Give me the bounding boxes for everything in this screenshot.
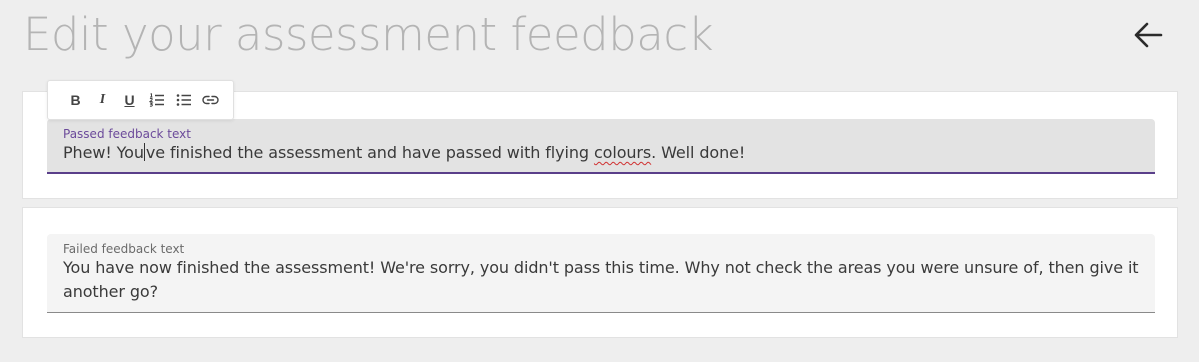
page: Edit your assessment feedback B I U Pass…: [0, 0, 1199, 362]
passed-text-end: . Well done!: [651, 143, 746, 162]
link-icon: [202, 95, 219, 105]
passed-feedback-input[interactable]: Phew! You ve finished the assessment and …: [63, 141, 1139, 165]
numbered-list-button[interactable]: [143, 88, 170, 112]
failed-feedback-input[interactable]: You have now finished the assessment! We…: [63, 256, 1139, 304]
arrow-left-icon: [1134, 22, 1163, 48]
passed-text-middle: ve finished the assessment and have pass…: [145, 143, 594, 162]
passed-feedback-field[interactable]: Passed feedback text Phew! You ve finishe…: [47, 119, 1155, 174]
numbered-list-icon: [148, 93, 164, 107]
misspelled-word: colours: [593, 143, 652, 162]
rich-text-toolbar: B I U: [47, 80, 234, 120]
passed-text-start: Phew! You: [63, 143, 144, 162]
bulleted-list-icon: [176, 94, 191, 106]
italic-button[interactable]: I: [89, 88, 116, 112]
failed-feedback-field[interactable]: Failed feedback text You have now finish…: [47, 234, 1155, 313]
underline-button[interactable]: U: [116, 88, 143, 112]
bulleted-list-button[interactable]: [170, 88, 197, 112]
bold-button[interactable]: B: [62, 88, 89, 112]
page-title: Edit your assessment feedback: [23, 8, 714, 61]
link-button[interactable]: [197, 88, 224, 112]
failed-feedback-label: Failed feedback text: [63, 242, 185, 256]
passed-feedback-label: Passed feedback text: [63, 127, 191, 141]
back-button[interactable]: [1129, 16, 1167, 54]
